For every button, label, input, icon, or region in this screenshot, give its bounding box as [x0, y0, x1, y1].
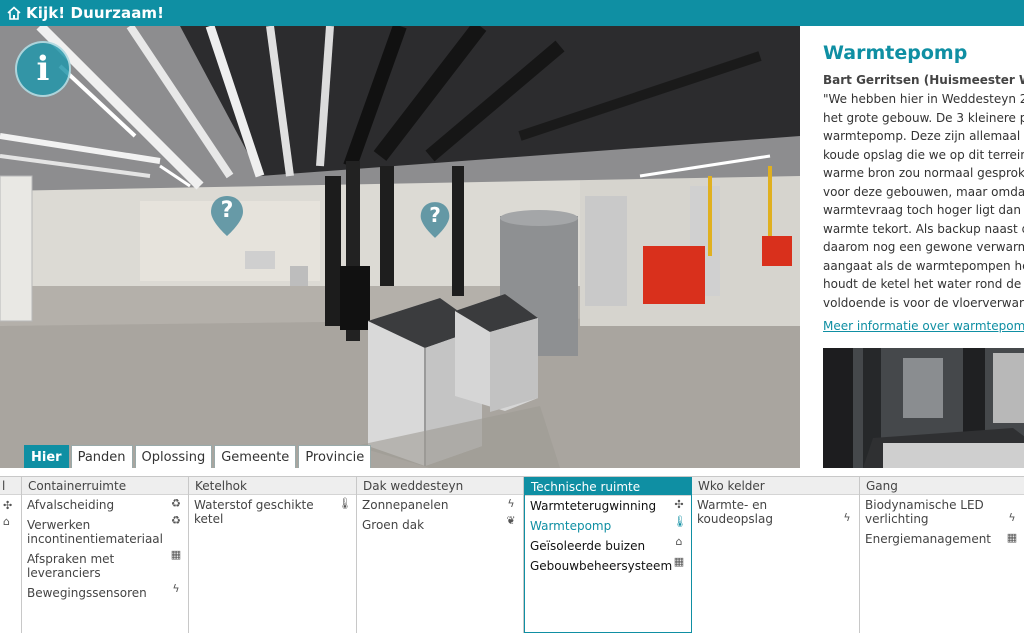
column-wko-kelder: Wko kelder Warmte- en koudeopslag ϟ: [692, 477, 860, 633]
panorama-image[interactable]: [0, 26, 800, 468]
scale-tabs: Hier Panden Oplossing Gemeente Provincie: [24, 445, 372, 468]
column-technische-ruimte: Technische ruimte Warmteterugwinning ✣ Wa…: [524, 477, 692, 633]
list-item-waterstof[interactable]: Waterstof geschikte ketel 🌡︎: [189, 495, 356, 527]
lightning-icon: ϟ: [1008, 511, 1016, 524]
quote-author: Bart Gerritsen (Huismeester Weddes: [823, 73, 1024, 87]
list-item-bewegingssensoren[interactable]: Bewegingssensoren ϟ: [22, 580, 188, 601]
lightning-icon: ϟ: [172, 582, 180, 595]
quote-line: warme bron zou normaal gesproken: [823, 166, 1024, 180]
list-item-gebouwbeheersysteem[interactable]: Gebouwbeheersysteem ▦: [525, 553, 691, 574]
quote-line: warmte tekort. Als backup naast de w: [823, 221, 1024, 236]
hotspot-marker[interactable]: ?: [418, 200, 452, 240]
quote-line: warmtepomp. Deze zijn allemaal aa: [823, 129, 1024, 143]
tab-provincie[interactable]: Provincie: [298, 445, 372, 468]
list-item-groen-dak[interactable]: Groen dak ❦: [357, 512, 523, 533]
quote-line: "We hebben hier in Weddesteyn 2 w: [823, 92, 1024, 106]
quote-text: "We hebben hier in Weddesteyn 2 w het gr…: [823, 90, 1024, 312]
item-label: Biodynamische LED verlichting: [865, 498, 984, 526]
thermometer-icon: 🌡︎: [338, 497, 352, 510]
item-label: Energiemanagement: [865, 532, 992, 546]
house-icon: ⌂: [675, 535, 683, 548]
panorama-viewer[interactable]: i ? ? Hier Panden Oplossing Gemeente Pro…: [0, 26, 800, 468]
quote-line: koude opslag die we op dit terrein he: [823, 147, 1024, 162]
item-label: Warmteterugwinning: [530, 499, 657, 513]
quote-line: houdt de ketel het water rond de 38 g: [823, 277, 1024, 291]
tab-panden[interactable]: Panden: [70, 445, 133, 468]
item-label: Bewegingssensoren: [27, 586, 147, 600]
list-item-incontinentie[interactable]: Verwerken incontinentiemateriaal ♻: [22, 512, 188, 547]
quote-line: het grote gebouw. De 3 kleinere pavi: [823, 110, 1024, 125]
item-label: Afvalscheiding: [27, 498, 115, 512]
building-icon: ▦: [1006, 531, 1018, 544]
lightning-icon: ϟ: [507, 497, 515, 510]
info-icon: i: [36, 49, 50, 89]
item-label: Warmte- en koudeopslag: [697, 498, 773, 526]
item-label: Waterstof geschikte ketel: [194, 498, 314, 526]
column-header[interactable]: Technische ruimte: [525, 478, 691, 496]
item-label: Gebouwbeheersysteem: [530, 559, 673, 573]
column-header[interactable]: Gang: [860, 477, 1024, 495]
list-item-led-verlichting[interactable]: Biodynamische LED verlichting ϟ: [860, 495, 1024, 526]
list-item-warmtepomp[interactable]: Warmtepomp 🌡︎: [525, 513, 691, 534]
info-panel: Warmtepomp Bart Gerritsen (Huismeester W…: [800, 26, 1024, 468]
leaf-icon: ❦: [506, 514, 516, 527]
quote-line: daarom nog een gewone verwarmin: [823, 240, 1024, 254]
quote-line: aangaat als de warmtepompen het n: [823, 258, 1024, 273]
quote-line: warmtevraag toch hoger ligt dan ger: [823, 203, 1024, 217]
fan-icon: ✣: [3, 499, 13, 512]
list-item-wko[interactable]: Warmte- en koudeopslag ϟ: [692, 495, 859, 526]
hotspot-label: ?: [429, 203, 441, 227]
list-item-afvalscheiding[interactable]: Afvalscheiding ♻: [22, 495, 188, 513]
column-ketelhok: Ketelhok Waterstof geschikte ketel 🌡︎: [189, 477, 357, 633]
more-info-link[interactable]: Meer informatie over warmtepomp...: [823, 319, 1024, 333]
item-label: Verwerken incontinentiemateriaal: [27, 518, 163, 546]
tab-gemeente[interactable]: Gemeente: [214, 445, 297, 468]
list-item-zonnepanelen[interactable]: Zonnepanelen ϟ: [357, 495, 523, 513]
list-item-geisoleerde-buizen[interactable]: Geïsoleerde buizen ⌂: [525, 533, 691, 554]
list-item-warmteterugwinning[interactable]: Warmteterugwinning ✣: [525, 496, 691, 514]
recycle-icon: ♻: [171, 497, 181, 510]
top-bar: Kijk! Duurzaam!: [0, 0, 1024, 26]
building-icon: ▦: [673, 555, 685, 568]
column-header[interactable]: Dak weddesteyn: [357, 477, 523, 495]
item-label: Zonnepanelen: [362, 498, 449, 512]
item-label: Afspraken met leveranciers: [27, 552, 115, 580]
tab-oplossing[interactable]: Oplossing: [134, 445, 213, 468]
list-item-energiemanagement[interactable]: Energiemanagement ▦: [860, 526, 1024, 547]
column-header[interactable]: Ketelhok: [189, 477, 356, 495]
list-item-leveranciers[interactable]: Afspraken met leveranciers ▦: [22, 546, 188, 581]
quote-line: voldoende is voor de vloerverwarmin: [823, 295, 1024, 310]
location-columns: l ✣ ⌂ Containerruimte Afvalscheiding ♻ Ve…: [0, 476, 1024, 633]
column-partial: l ✣ ⌂: [0, 477, 22, 633]
tab-hier[interactable]: Hier: [24, 445, 69, 468]
panel-title: Warmtepomp: [823, 42, 968, 64]
warmtepomp-thumbnail[interactable]: [823, 348, 1024, 468]
house-icon: ⌂: [3, 515, 10, 528]
hotspot-marker[interactable]: ?: [208, 194, 246, 238]
column-gang: Gang Biodynamische LED verlichting ϟ Ener…: [860, 477, 1024, 633]
building-icon: ▦: [170, 548, 182, 561]
column-header[interactable]: Wko kelder: [692, 477, 859, 495]
item-label: Warmtepomp: [530, 519, 612, 533]
column-header[interactable]: Containerruimte: [22, 477, 188, 495]
fan-icon: ✣: [674, 498, 684, 511]
column-dak-weddesteyn: Dak weddesteyn Zonnepanelen ϟ Groen dak ❦: [357, 477, 524, 633]
recycle-icon: ♻: [171, 514, 181, 527]
app-title[interactable]: Kijk! Duurzaam!: [26, 4, 164, 22]
column-containerruimte: Containerruimte Afvalscheiding ♻ Verwerke…: [22, 477, 189, 633]
item-label: Geïsoleerde buizen: [530, 539, 646, 553]
info-button[interactable]: i: [15, 41, 71, 97]
item-label: Groen dak: [362, 518, 425, 532]
hotspot-label: ?: [220, 198, 234, 223]
home-icon[interactable]: [6, 5, 22, 21]
lightning-icon: ϟ: [843, 511, 851, 524]
thermometer-icon: 🌡︎: [673, 515, 687, 528]
quote-line: voor deze gebouwen, maar omdat in: [823, 184, 1024, 199]
column-header[interactable]: l: [0, 477, 21, 495]
